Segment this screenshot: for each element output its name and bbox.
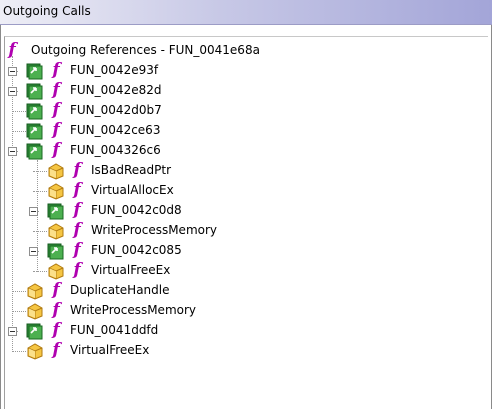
tree-node[interactable]: f FUN_0041ddfd	[0, 321, 480, 341]
tree-node-label: WriteProcessMemory	[91, 223, 218, 237]
internal-call-icon	[47, 242, 65, 260]
tree-node-label: FUN_0042e82d	[70, 83, 162, 97]
function-f-icon: f	[52, 120, 60, 140]
expand-toggle-icon[interactable]	[8, 67, 17, 76]
tree-connector	[33, 271, 47, 272]
tree-node[interactable]: f WriteProcessMemory	[0, 221, 480, 241]
tree-node-label: FUN_004326c6	[70, 143, 161, 157]
function-f-icon: f	[73, 260, 81, 280]
tree-node[interactable]: f VirtualFreeEx	[0, 341, 480, 361]
tree-connector	[12, 291, 26, 292]
tree-node[interactable]: f DuplicateHandle	[0, 281, 480, 301]
function-f-icon: f	[52, 340, 60, 360]
tree-node[interactable]: f VirtualFreeEx	[0, 261, 480, 281]
internal-call-icon	[26, 142, 44, 160]
tree-connector	[12, 131, 26, 132]
tree-connector	[12, 311, 26, 312]
function-f-icon: f	[52, 100, 60, 120]
function-f-icon: f	[73, 200, 81, 220]
tree-node[interactable]: f FUN_0042ce63	[0, 121, 480, 141]
external-import-icon	[47, 222, 65, 240]
tree-node[interactable]: f WriteProcessMemory	[0, 301, 480, 321]
function-f-icon: f	[73, 180, 81, 200]
collapse-toggle-icon[interactable]	[8, 147, 17, 156]
call-tree: f Outgoing References - FUN_0041e68a f FU…	[0, 0, 492, 409]
tree-node[interactable]: f FUN_0042d0b7	[0, 101, 480, 121]
function-f-icon: f	[52, 60, 60, 80]
tree-node[interactable]: f FUN_004326c6	[0, 141, 480, 161]
tree-node[interactable]: f VirtualAllocEx	[0, 181, 480, 201]
tree-node-label: IsBadReadPtr	[91, 163, 172, 177]
external-import-icon	[26, 302, 44, 320]
external-import-icon	[47, 162, 65, 180]
tree-node-label: VirtualFreeEx	[70, 343, 150, 357]
tree-connector	[12, 351, 26, 352]
internal-call-icon	[26, 82, 44, 100]
tree-root-label: Outgoing References - FUN_0041e68a	[31, 43, 260, 57]
tree-node-label: VirtualFreeEx	[91, 263, 171, 277]
function-f-icon: f	[52, 280, 60, 300]
expand-toggle-icon[interactable]	[8, 87, 17, 96]
tree-node-label: FUN_0042d0b7	[70, 103, 162, 117]
tree-node[interactable]: f FUN_0042c085	[0, 241, 480, 261]
tree-root[interactable]: f Outgoing References - FUN_0041e68a	[6, 41, 306, 61]
internal-call-icon	[26, 122, 44, 140]
external-import-icon	[26, 342, 44, 360]
external-import-icon	[47, 262, 65, 280]
function-f-icon: f	[73, 240, 81, 260]
tree-connector	[12, 111, 26, 112]
tree-connector	[33, 191, 47, 192]
tree-node[interactable]: f IsBadReadPtr	[0, 161, 480, 181]
tree-connector	[33, 231, 47, 232]
internal-call-icon	[26, 102, 44, 120]
tree-node-label: FUN_0042c0d8	[91, 203, 182, 217]
internal-call-icon	[26, 322, 44, 340]
expand-toggle-icon[interactable]	[29, 247, 38, 256]
function-f-icon: f	[52, 80, 60, 100]
tree-node-label: FUN_0042c085	[91, 243, 182, 257]
tree-node-label: DuplicateHandle	[70, 283, 170, 297]
function-f-icon: f	[52, 320, 60, 340]
expand-toggle-icon[interactable]	[8, 327, 17, 336]
function-f-icon: f	[73, 220, 81, 240]
function-f-icon: f	[73, 160, 81, 180]
function-f-icon: f	[52, 300, 60, 320]
tree-node[interactable]: f FUN_0042e82d	[0, 81, 480, 101]
tree-node-label: VirtualAllocEx	[91, 183, 174, 197]
tree-node-label: WriteProcessMemory	[70, 303, 197, 317]
tree-node-label: FUN_0041ddfd	[70, 323, 159, 337]
internal-call-icon	[47, 202, 65, 220]
tree-node[interactable]: f FUN_0042c0d8	[0, 201, 480, 221]
external-import-icon	[47, 182, 65, 200]
tree-node[interactable]: f FUN_0042e93f	[0, 61, 480, 81]
tree-connector	[33, 171, 47, 172]
tree-node-label: FUN_0042e93f	[70, 63, 159, 77]
tree-node-label: FUN_0042ce63	[70, 123, 161, 137]
external-import-icon	[26, 282, 44, 300]
function-f-icon: f	[52, 140, 60, 160]
expand-toggle-icon[interactable]	[29, 207, 38, 216]
internal-call-icon	[26, 62, 44, 80]
